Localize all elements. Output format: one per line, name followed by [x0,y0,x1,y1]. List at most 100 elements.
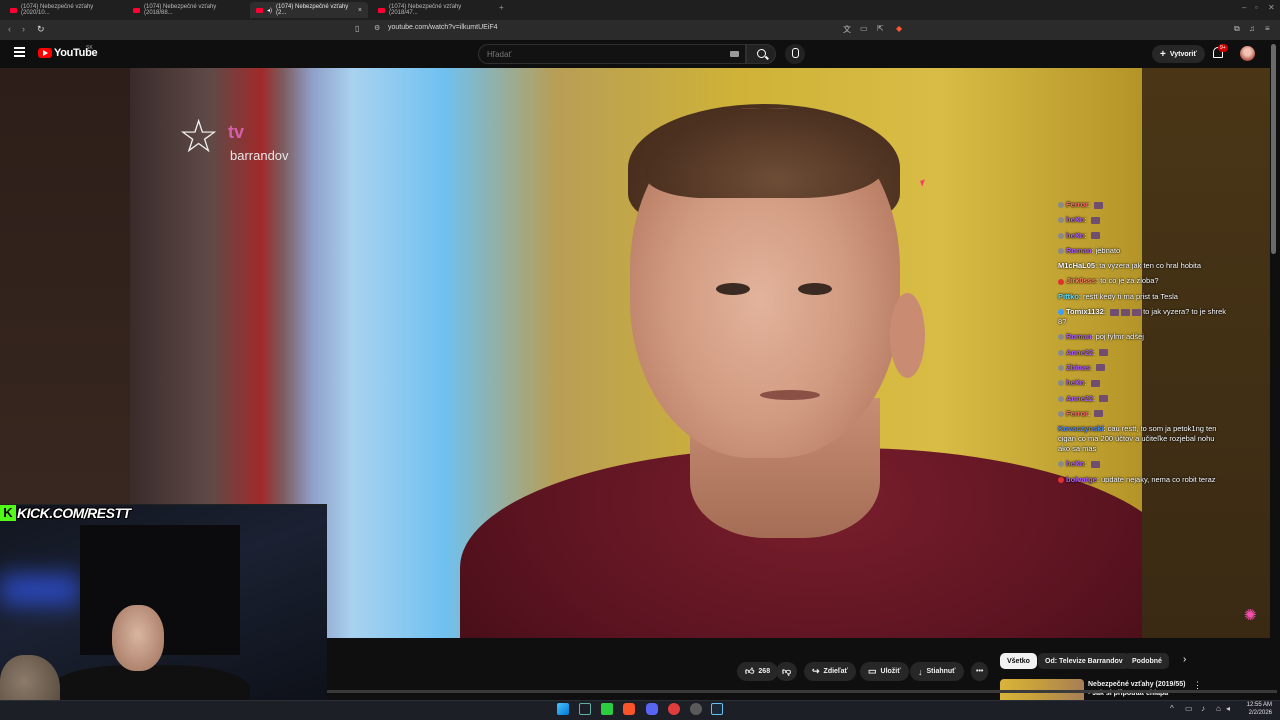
chat-badge-icon [1058,461,1064,468]
more-actions-button[interactable]: ••• [971,662,989,681]
overlay-sparkle-icon: ✺ [1244,607,1257,624]
chat-message: Zbinas: [1058,363,1228,373]
keyboard-icon[interactable] [730,51,739,57]
audio-playing-icon[interactable]: ◂) [267,7,272,14]
download-button[interactable]: ↓ Stiahnuť [910,662,964,681]
new-tab-button[interactable]: + [499,3,504,12]
related-video-title[interactable]: Nebezpečné vzťahy (2019/55) - Jak si při… [1088,680,1188,698]
chat-badge-icon [1058,476,1064,483]
browser-tab[interactable]: (1074) Nebezpečné vzťahy (2018/88... [127,2,245,18]
chat-emote-icon [1094,410,1104,418]
volume-icon[interactable]: ◂ [1226,704,1230,713]
share-icon: ↪ [812,666,820,676]
share-page-icon[interactable]: ⇱ [877,24,884,33]
cast-icon[interactable]: ▭ [860,24,868,33]
taskbar-clock[interactable]: 12:55 AM 2/2/2026 [1236,701,1272,717]
clock-time: 12:55 AM [1246,702,1272,708]
chat-text: jebnato [1095,245,1121,255]
brave-browser-icon[interactable] [623,703,635,715]
chat-badge-icon [1058,247,1064,254]
app-avatar-icon[interactable] [690,703,702,715]
like-button[interactable]: 👍︎ 268 [737,662,779,681]
share-button[interactable]: ↪ Zdieľať [804,662,856,681]
chat-emote-icon [1090,379,1100,387]
app-red-icon[interactable] [668,703,680,715]
microphone-icon[interactable]: ♪ [1201,704,1205,713]
bookmark-icon[interactable]: ▯ [355,24,359,33]
address-bar-url[interactable]: youtube.com/watch?v=ilkumtUEiF4 [388,24,498,31]
browser-menu-icon[interactable]: ≡ [1265,24,1270,33]
chat-message: heXn: [1058,459,1228,469]
browser-tab-active[interactable]: ◂) (1074) Nebezpečné vzťahy (2... × [250,2,368,18]
youtube-favicon-icon [10,7,17,13]
video-person-hair-top [645,108,885,198]
scrollbar[interactable] [1271,44,1276,254]
translate-icon[interactable]: 文 [843,24,851,35]
tray-overflow-icon[interactable]: ^ [1170,704,1174,713]
chip-related[interactable]: Podobné [1125,653,1169,669]
tab-title: (1074) Nebezpečné vzťahy (2018/88... [144,4,217,16]
search-box[interactable]: Hľadať [478,44,746,64]
chat-message: Anne22: [1058,348,1228,358]
site-info-icon[interactable]: ⚙ [374,24,380,32]
thumbs-up-icon: 👍︎ [745,666,755,676]
chip-all[interactable]: Všetko [1000,653,1037,669]
tray-app-icon[interactable]: ▭ [1185,704,1193,713]
channel-logo-tv: tv [228,122,245,142]
close-window-icon[interactable]: ✕ [1268,3,1275,12]
steam-icon[interactable] [711,703,723,715]
chat-message: Anne22: [1058,394,1228,404]
search-input[interactable]: Hľadať [487,50,511,59]
create-button[interactable]: + Vytvoriť [1152,45,1205,63]
browser-tab[interactable]: (1074) Nebezpečné vzťahy (2018/47... [372,2,490,18]
youtube-favicon-icon [378,7,385,13]
media-icon[interactable]: ♫ [1249,24,1255,33]
search-button[interactable] [746,44,776,64]
discord-icon[interactable] [646,703,658,715]
chat-message: Ferror: [1058,200,1228,210]
chat-badge-icon [1058,217,1064,224]
chat-badge-icon [1058,202,1064,209]
chat-message: bolvatge: update nejaky, nema co robit t… [1058,475,1228,485]
chat-message: heXn: [1058,378,1228,388]
chat-username: heXn [1066,459,1085,469]
chat-username: Pittko [1058,291,1079,301]
forward-icon[interactable]: › [22,24,25,34]
chat-badge-icon [1058,232,1064,239]
chat-message: Kovaczynski: cau restt, to som ja petok1… [1058,424,1217,454]
chat-emote-icon [1090,460,1100,468]
close-tab-icon[interactable]: × [358,7,362,14]
network-icon[interactable]: ⌂ [1216,704,1221,713]
chat-message: Roman: jebnato [1058,246,1228,256]
back-icon[interactable]: ‹ [8,24,11,34]
chat-text: to co je za zloba? [1100,276,1159,286]
tab-title: (1074) Nebezpečné vzťahy (2020/10... [21,4,94,16]
kick-app-icon[interactable] [601,703,613,715]
tab-title: (1074) Nebezpečné vzťahy (2... [276,4,349,16]
dislike-button[interactable]: 👎︎ [776,662,798,681]
youtube-logo-icon[interactable] [38,48,52,58]
download-label: Stiahnuť [926,668,956,675]
chat-text: update nejaky, nema co robit teraz [1101,474,1216,484]
more-icon: ••• [976,668,984,675]
voice-search-icon[interactable] [785,44,805,64]
minimize-icon[interactable]: – [1242,3,1246,12]
hamburger-menu-icon[interactable] [14,47,25,57]
reload-icon[interactable]: ↻ [37,24,45,35]
chat-emote-icon [1090,232,1100,240]
browser-tab[interactable]: (1074) Nebezpečné vzťahy (2020/10... [4,2,122,18]
taskview-icon[interactable] [579,703,591,715]
chip-from-channel[interactable]: Od: Televize Barrandov [1038,653,1130,669]
chat-emote-icon [1094,201,1104,209]
maximize-icon[interactable]: ▫ [1255,3,1258,12]
chevron-right-icon[interactable]: › [1183,654,1186,665]
brave-shield-icon[interactable]: ◆ [896,24,902,33]
browser-tab-strip: (1074) Nebezpečné vzťahy (2020/10... (10… [0,0,1280,20]
chat-message: heXn: [1058,231,1228,241]
extensions-icon[interactable]: ⧉ [1234,24,1240,34]
chat-text: poj fylmr adšej [1095,332,1144,342]
windows-start-icon[interactable] [557,703,569,715]
save-button[interactable]: ▭ Uložiť [860,662,909,681]
chat-message: Pittko: restt kedy ti ma prist ta Tesla [1058,291,1178,301]
avatar[interactable] [1240,46,1255,61]
